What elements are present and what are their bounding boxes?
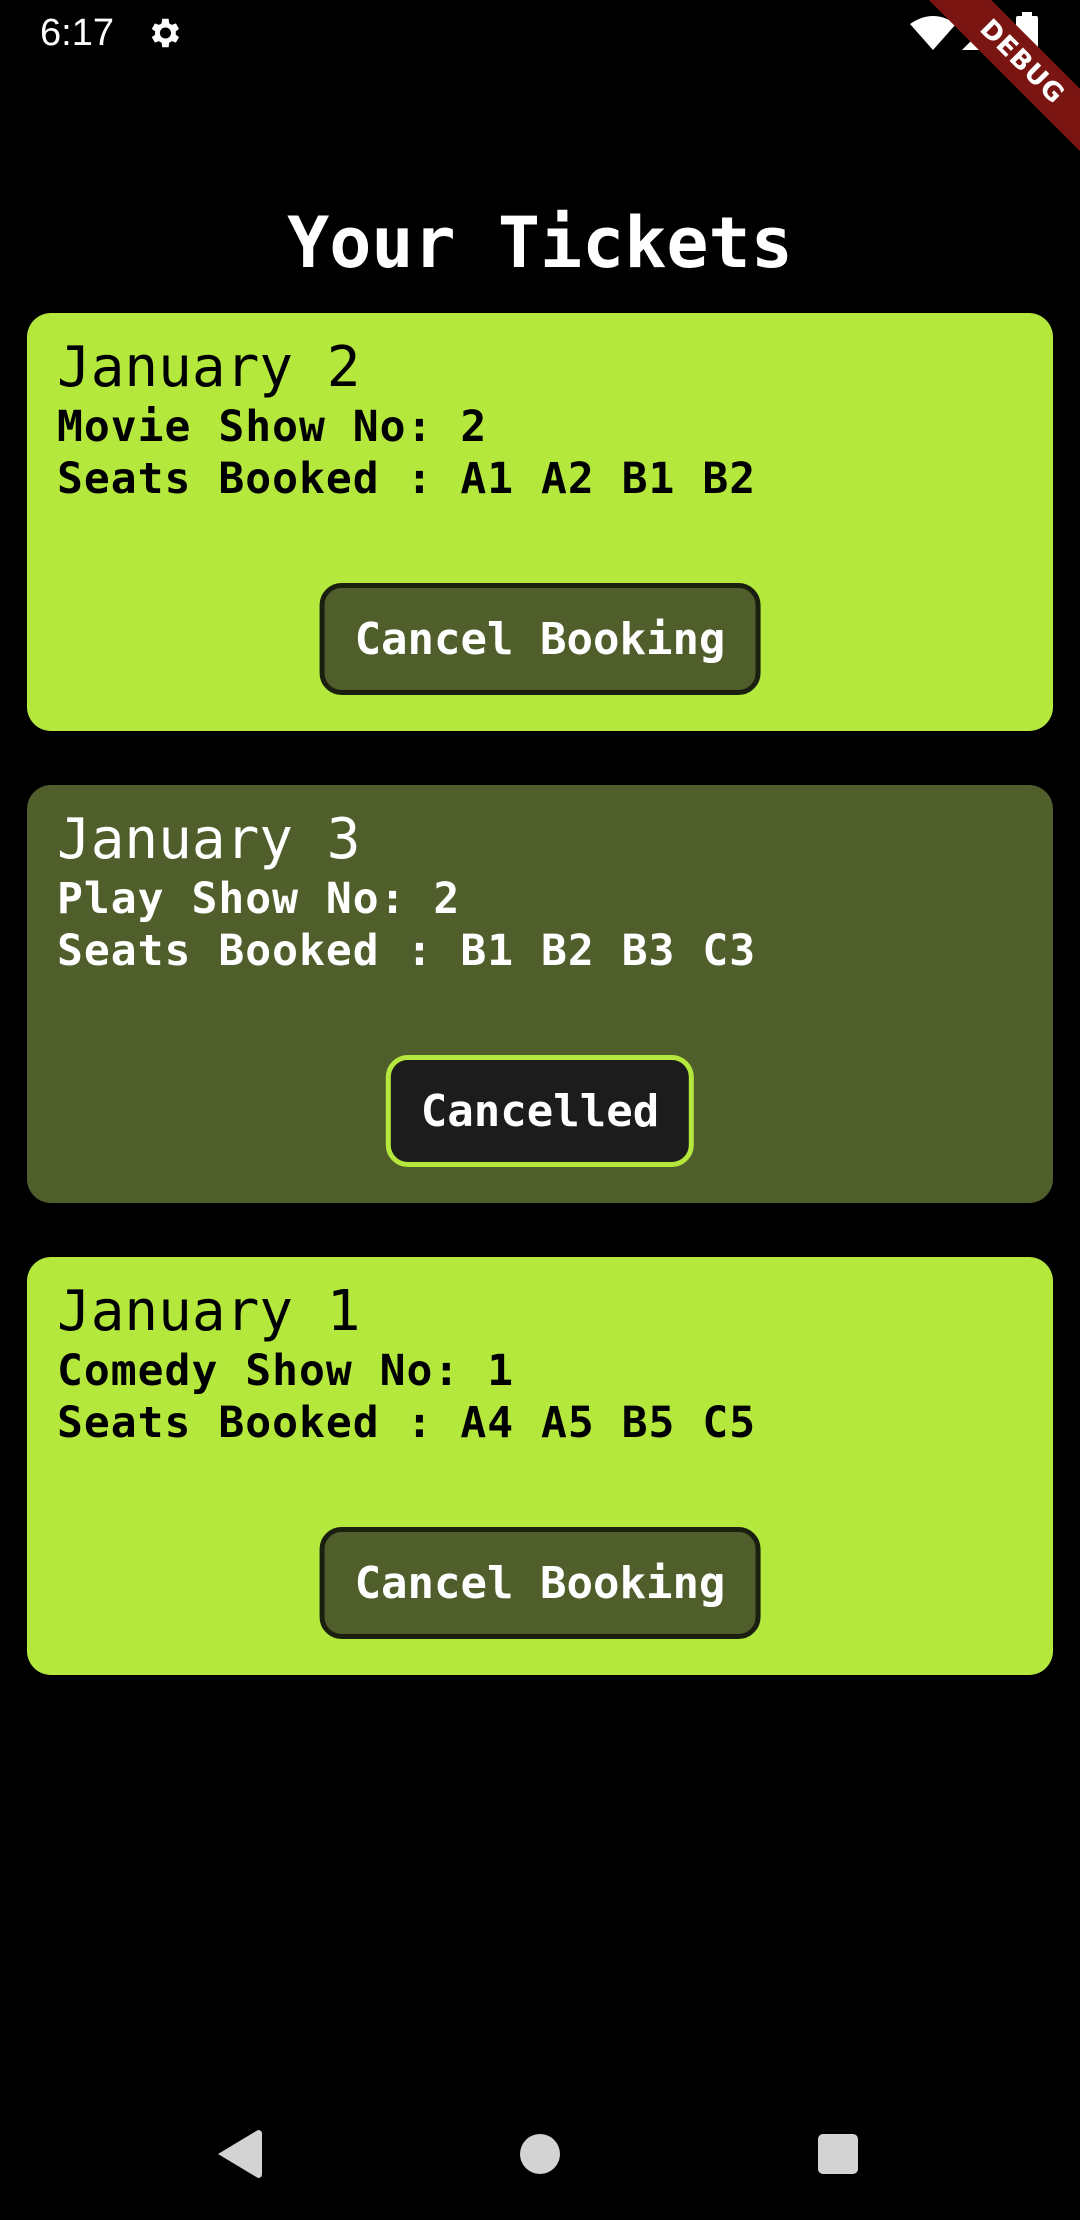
page-title: Your Tickets bbox=[287, 202, 793, 284]
home-icon[interactable] bbox=[520, 2134, 560, 2174]
recents-icon[interactable] bbox=[818, 2134, 858, 2174]
ticket-seats: Seats Booked : A4 A5 B5 C5 bbox=[57, 1398, 757, 1448]
ticket-show: Play Show No: 2 bbox=[57, 874, 461, 924]
gear-icon bbox=[151, 18, 180, 48]
debug-label: DEBUG bbox=[914, 0, 1080, 170]
ticket-seats: Seats Booked : A1 A2 B1 B2 bbox=[57, 454, 757, 504]
ticket-card: January 1 Comedy Show No: 1 Seats Booked… bbox=[27, 1257, 1053, 1675]
ticket-seats: Seats Booked : B1 B2 B3 C3 bbox=[57, 926, 757, 976]
ticket-date: January 3 bbox=[57, 807, 361, 872]
ticket-date: January 2 bbox=[57, 335, 361, 400]
ticket-card: January 3 Play Show No: 2 Seats Booked :… bbox=[27, 785, 1053, 1203]
cancel-booking-button[interactable]: Cancel Booking bbox=[319, 1527, 761, 1639]
cancelled-button[interactable]: Cancelled bbox=[385, 1055, 695, 1167]
ticket-date: January 1 bbox=[57, 1279, 361, 1344]
ticket-card: January 2 Movie Show No: 2 Seats Booked … bbox=[27, 313, 1053, 731]
debug-banner: DEBUG bbox=[900, 0, 1080, 180]
nav-bar bbox=[0, 2090, 1080, 2220]
ticket-list: January 2 Movie Show No: 2 Seats Booked … bbox=[27, 313, 1053, 1729]
ticket-show: Comedy Show No: 1 bbox=[57, 1346, 515, 1396]
back-icon[interactable] bbox=[218, 2130, 262, 2178]
status-bar: 6:17 DEBUG bbox=[0, 0, 1080, 170]
cancel-booking-button[interactable]: Cancel Booking bbox=[319, 583, 761, 695]
ticket-show: Movie Show No: 2 bbox=[57, 402, 488, 452]
status-time: 6:17 bbox=[40, 12, 114, 54]
